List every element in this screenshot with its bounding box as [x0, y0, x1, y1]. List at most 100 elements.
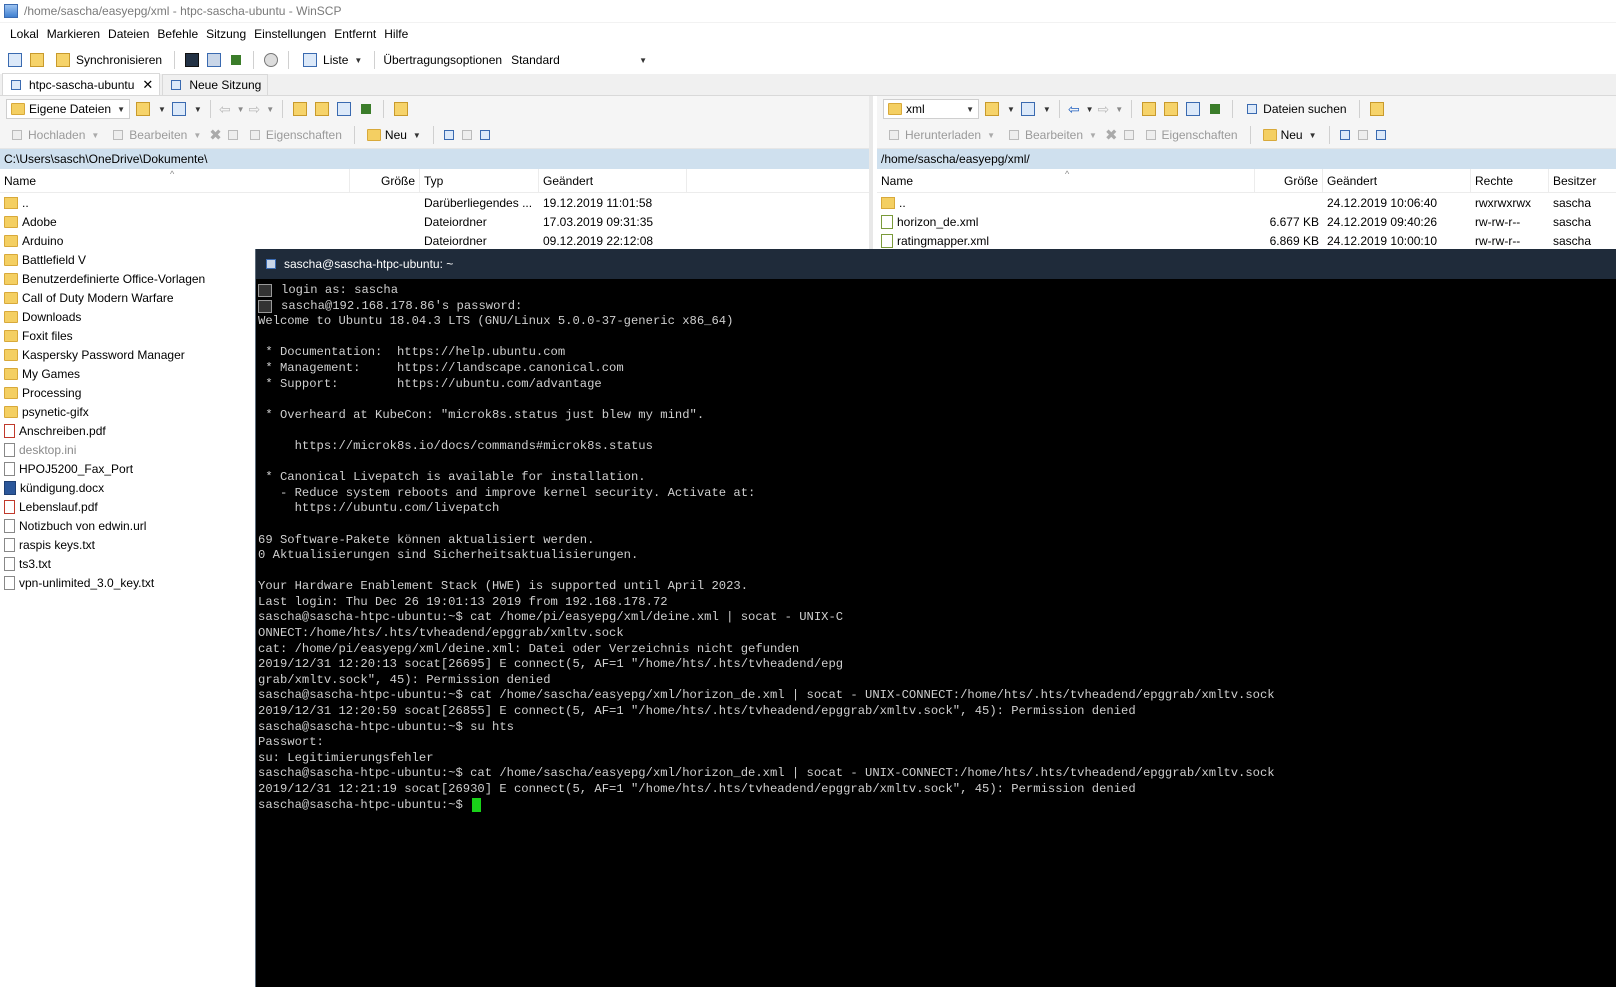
column-changed[interactable]: Geändert — [1323, 168, 1471, 193]
chevron-down-icon[interactable]: ▼ — [1086, 105, 1094, 114]
home-icon[interactable] — [1184, 100, 1202, 118]
filter-select-icon[interactable] — [1374, 128, 1388, 142]
table-row[interactable]: Arduino Dateiordner 09.12.2019 22:12:08 — [0, 231, 869, 250]
root-directory-icon[interactable] — [1162, 100, 1180, 118]
terminal-line: ONNECT:/home/hts/.hts/tvheadend/epggrab/… — [258, 626, 1616, 642]
chevron-down-icon[interactable]: ▼ — [158, 105, 166, 114]
menu-dateien[interactable]: Dateien — [104, 27, 153, 41]
parent-directory-icon[interactable] — [1140, 100, 1158, 118]
column-size[interactable]: Größe — [1255, 168, 1323, 193]
folder-icon — [4, 405, 18, 418]
column-type[interactable]: Typ — [420, 168, 539, 193]
upload-button[interactable]: Hochladen ▼ — [6, 123, 103, 147]
back-arrow-icon[interactable]: ⇦ — [1068, 101, 1080, 118]
file-name: Arduino — [22, 233, 64, 248]
menu-entfernt[interactable]: Entfernt — [330, 27, 380, 41]
tree-icon[interactable] — [1368, 100, 1386, 118]
up-icon — [881, 196, 895, 209]
file-type: Dateiordner — [424, 233, 487, 248]
table-row[interactable]: ratingmapper.xml 6.869 KB 24.12.2019 10:00… — [877, 231, 1616, 250]
column-name[interactable]: Name — [0, 168, 350, 193]
chevron-down-icon[interactable]: ▼ — [266, 105, 274, 114]
forward-arrow-icon[interactable]: ⇨ — [249, 101, 261, 118]
tab-new-session[interactable]: Neue Sitzung — [162, 74, 269, 95]
column-changed[interactable]: Geändert — [539, 168, 687, 193]
delete-icon[interactable]: ✖ — [209, 126, 222, 144]
menu-markieren[interactable]: Markieren — [43, 27, 104, 41]
rename-icon[interactable] — [1122, 128, 1136, 142]
forward-arrow-icon[interactable]: ⇨ — [1098, 101, 1110, 118]
file-size: 6.677 KB — [1269, 214, 1319, 229]
column-size[interactable]: Größe — [350, 168, 420, 193]
refresh-icon[interactable] — [357, 100, 375, 118]
remote-properties-button[interactable]: Eigenschaften — [1140, 123, 1242, 147]
select-all-icon[interactable] — [1338, 128, 1352, 142]
remote-edit-button[interactable]: Bearbeiten ▼ — [1003, 123, 1101, 147]
local-edit-button[interactable]: Bearbeiten ▼ — [107, 123, 205, 147]
putty-icon — [264, 257, 278, 271]
local-location-select[interactable]: Eigene Dateien ▼ — [6, 99, 130, 119]
terminal-text: * Overheard at KubeCon: "microk8s.status… — [258, 407, 705, 422]
putty-icon[interactable] — [205, 51, 223, 69]
table-row[interactable]: .. 24.12.2019 10:06:40 rwxrwxrwx sascha — [877, 193, 1616, 212]
toolbar-separator — [174, 51, 176, 69]
unselect-icon[interactable] — [1356, 128, 1370, 142]
table-row[interactable]: .. Darüberliegendes ... 19.12.2019 11:01:5… — [0, 193, 869, 212]
menu-lokal[interactable]: Lokal — [6, 27, 43, 41]
file-type: Dateiordner — [424, 214, 487, 229]
chevron-down-icon[interactable]: ▼ — [194, 105, 202, 114]
chevron-down-icon[interactable]: ▼ — [1115, 105, 1123, 114]
remote-location-select[interactable]: xml ▼ — [883, 99, 979, 119]
root-directory-icon[interactable] — [313, 100, 331, 118]
compare-directories-icon[interactable] — [6, 51, 24, 69]
remote-navigation-toolbar: xml ▼ ▼ ▼ ⇦ ▼ ⇨ ▼ Dateien suchen — [877, 96, 1616, 122]
terminal-prompt-line[interactable]: sascha@sascha-htpc-ubuntu:~$ — [258, 798, 1616, 814]
column-rights[interactable]: Rechte — [1471, 168, 1549, 193]
rename-icon[interactable] — [226, 128, 240, 142]
menu-hilfe[interactable]: Hilfe — [380, 27, 412, 41]
local-properties-button[interactable]: Eigenschaften — [244, 123, 346, 147]
chevron-down-icon[interactable]: ▼ — [1007, 105, 1015, 114]
home-icon[interactable] — [335, 100, 353, 118]
terminal-title-bar[interactable]: sascha@sascha-htpc-ubuntu: ~ — [256, 249, 1616, 279]
terminal-output[interactable]: login as: sascha sascha@192.168.178.86's … — [256, 279, 1616, 813]
unselect-icon[interactable] — [460, 128, 474, 142]
find-files-button[interactable]: Dateien suchen — [1241, 97, 1350, 121]
synchronize-button[interactable]: Synchronisieren — [50, 48, 166, 72]
open-folder-icon[interactable] — [134, 100, 152, 118]
back-arrow-icon[interactable]: ⇦ — [219, 101, 231, 118]
synchronize-browsing-icon[interactable] — [28, 51, 46, 69]
filter-icon[interactable] — [170, 100, 188, 118]
list-button[interactable]: Liste ▼ — [297, 48, 366, 72]
delete-icon[interactable]: ✖ — [1105, 126, 1118, 144]
terminal-icon[interactable] — [183, 51, 201, 69]
chevron-down-icon[interactable]: ▼ — [237, 105, 245, 114]
terminal-line: sascha@sascha-htpc-ubuntu:~$ cat /home/p… — [258, 610, 1616, 626]
close-icon[interactable]: ✕ — [142, 77, 153, 93]
refresh-icon[interactable] — [1206, 100, 1224, 118]
queue-icon[interactable] — [227, 51, 245, 69]
column-owner[interactable]: Besitzer — [1549, 169, 1615, 193]
gear-icon[interactable] — [262, 51, 280, 69]
chevron-down-icon[interactable]: ▼ — [1043, 105, 1051, 114]
select-all-icon[interactable] — [442, 128, 456, 142]
table-row[interactable]: horizon_de.xml 6.677 KB 24.12.2019 09:40:2… — [877, 212, 1616, 231]
remote-new-button[interactable]: Neu ▼ — [1259, 123, 1321, 147]
local-location-value: Eigene Dateien — [29, 102, 112, 116]
filter-select-icon[interactable] — [478, 128, 492, 142]
download-button[interactable]: Herunterladen ▼ — [883, 123, 999, 147]
open-folder-icon[interactable] — [983, 100, 1001, 118]
filter-icon[interactable] — [1019, 100, 1037, 118]
transfer-preset-select[interactable]: Standard ▼ — [506, 50, 653, 70]
tree-icon[interactable] — [392, 100, 410, 118]
tab-session[interactable]: htpc-sascha-ubuntu ✕ — [2, 73, 161, 95]
local-new-button[interactable]: Neu ▼ — [363, 123, 425, 147]
table-row[interactable]: Adobe Dateiordner 17.03.2019 09:31:35 — [0, 212, 869, 231]
menu-einstellungen[interactable]: Einstellungen — [250, 27, 330, 41]
putty-terminal-window[interactable]: sascha@sascha-htpc-ubuntu: ~ login as: s… — [255, 249, 1616, 987]
terminal-text: https://ubuntu.com/livepatch — [258, 501, 500, 516]
terminal-text: 2019/12/31 12:20:59 socat[26855] E conne… — [258, 704, 1136, 719]
parent-directory-icon[interactable] — [291, 100, 309, 118]
menu-befehle[interactable]: Befehle — [153, 27, 202, 41]
menu-sitzung[interactable]: Sitzung — [202, 27, 250, 41]
